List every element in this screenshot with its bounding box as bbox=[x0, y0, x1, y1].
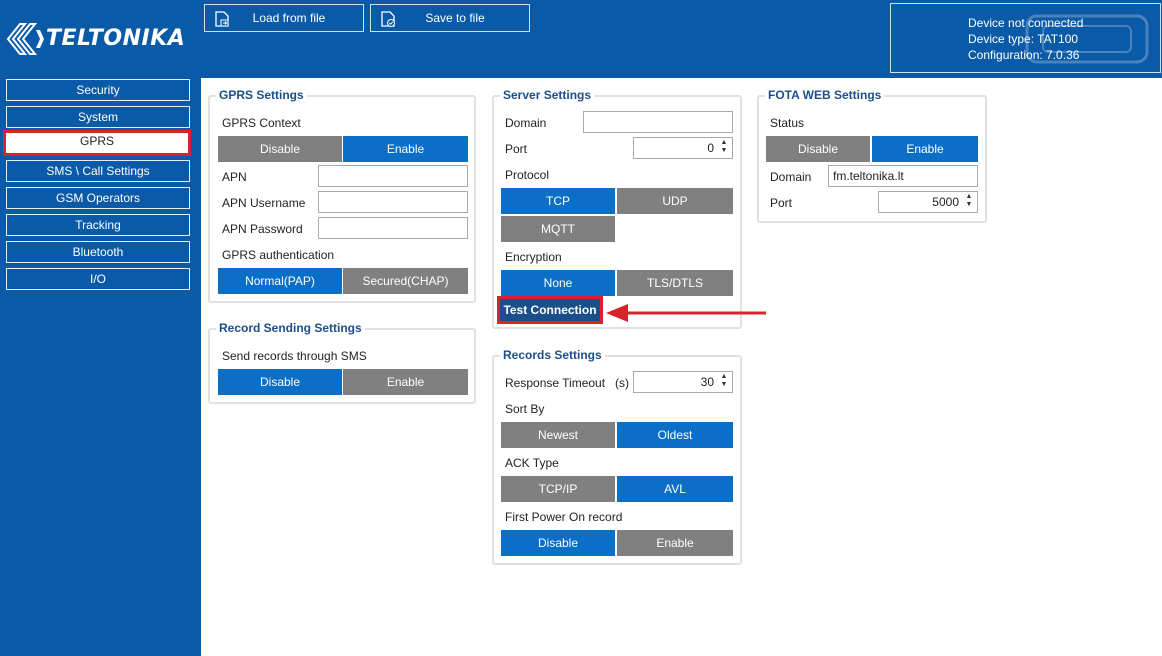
spin-arrows-icon[interactable]: ▲ ▼ bbox=[718, 139, 730, 157]
records-settings-title: Records Settings bbox=[500, 348, 605, 362]
ack-tcp-ip-button[interactable]: TCP/IP bbox=[501, 476, 615, 502]
server-settings-title: Server Settings bbox=[500, 88, 595, 102]
server-port-label: Port bbox=[505, 142, 528, 156]
ack-avl-button[interactable]: AVL bbox=[617, 476, 733, 502]
first-power-disable-button[interactable]: Disable bbox=[501, 530, 615, 556]
fota-status-label: Status bbox=[770, 116, 805, 130]
save-to-file-button[interactable]: Save to file bbox=[370, 4, 530, 32]
server-port-stepper[interactable]: 0 ▲ ▼ bbox=[633, 137, 733, 159]
apn-username-label: APN Username bbox=[222, 196, 306, 210]
protocol-tcp-button[interactable]: TCP bbox=[501, 188, 615, 214]
first-power-on-label: First Power On record bbox=[505, 510, 623, 524]
fota-port-stepper[interactable]: 5000 ▲ ▼ bbox=[878, 191, 978, 213]
encryption-none-button[interactable]: None bbox=[501, 270, 615, 296]
sort-by-label: Sort By bbox=[505, 402, 545, 416]
sidebar-item-gsm-operators[interactable]: GSM Operators bbox=[6, 187, 190, 209]
encryption-label: Encryption bbox=[505, 250, 562, 264]
response-timeout-value: 30 bbox=[700, 375, 714, 389]
apn-password-input[interactable] bbox=[318, 217, 468, 239]
server-port-value: 0 bbox=[707, 141, 714, 155]
gprs-context-enable-button[interactable]: Enable bbox=[343, 136, 468, 162]
server-domain-input[interactable] bbox=[583, 111, 733, 133]
red-arrow-icon bbox=[606, 304, 766, 322]
first-power-enable-button[interactable]: Enable bbox=[617, 530, 733, 556]
apn-username-input[interactable] bbox=[318, 191, 468, 213]
fota-domain-label: Domain bbox=[770, 170, 812, 184]
response-timeout-label: Response Timeout bbox=[505, 376, 606, 390]
load-from-file-button[interactable]: Load from file bbox=[204, 4, 364, 32]
send-records-sms-label: Send records through SMS bbox=[222, 349, 367, 363]
server-domain-label: Domain bbox=[505, 116, 547, 130]
sort-newest-button[interactable]: Newest bbox=[501, 422, 615, 448]
gprs-settings-title: GPRS Settings bbox=[216, 88, 307, 102]
protocol-label: Protocol bbox=[505, 168, 550, 182]
sidebar-item-gprs[interactable]: GPRS bbox=[3, 130, 191, 156]
test-connection-button[interactable]: Test Connection bbox=[497, 296, 603, 324]
top-bar: TELTONIKA Load from file Save to file De… bbox=[0, 0, 1162, 78]
teltonika-logo: TELTONIKA bbox=[6, 22, 198, 56]
sidebar-item-bluetooth[interactable]: Bluetooth bbox=[6, 241, 190, 263]
ack-type-label: ACK Type bbox=[505, 456, 559, 470]
sidebar-item-tracking[interactable]: Tracking bbox=[6, 214, 190, 236]
file-save-icon bbox=[381, 11, 395, 27]
device-status-panel: Device not connected Device type: TAT100… bbox=[890, 3, 1161, 73]
auth-normal-pap-button[interactable]: Normal(PAP) bbox=[218, 268, 342, 294]
sms-records-enable-button[interactable]: Enable bbox=[343, 369, 468, 395]
sms-records-disable-button[interactable]: Disable bbox=[218, 369, 342, 395]
sidebar: Security System GPRS SMS \ Call Settings… bbox=[0, 78, 201, 656]
spin-arrows-icon[interactable]: ▲ ▼ bbox=[963, 193, 975, 211]
auth-secured-chap-button[interactable]: Secured(CHAP) bbox=[343, 268, 468, 294]
gprs-authentication-label: GPRS authentication bbox=[222, 248, 335, 262]
gprs-context-disable-button[interactable]: Disable bbox=[218, 136, 342, 162]
logo-text: TELTONIKA bbox=[46, 26, 186, 51]
device-configuration: Configuration: 7.0.36 bbox=[968, 48, 1080, 62]
sidebar-item-io[interactable]: I/O bbox=[6, 268, 190, 290]
fota-web-settings-title: FOTA WEB Settings bbox=[765, 88, 885, 102]
fota-port-value: 5000 bbox=[932, 195, 959, 209]
encryption-tls-dtls-button[interactable]: TLS/DTLS bbox=[617, 270, 733, 296]
apn-label: APN bbox=[222, 170, 247, 184]
fota-status-enable-button[interactable]: Enable bbox=[872, 136, 978, 162]
response-timeout-stepper[interactable]: 30 ▲ ▼ bbox=[633, 371, 733, 393]
file-load-icon bbox=[215, 11, 229, 27]
response-timeout-unit: (s) bbox=[615, 376, 629, 390]
gprs-context-label: GPRS Context bbox=[222, 116, 301, 130]
sidebar-item-system[interactable]: System bbox=[6, 106, 190, 128]
apn-password-label: APN Password bbox=[222, 222, 303, 236]
spin-arrows-icon[interactable]: ▲ ▼ bbox=[718, 373, 730, 391]
device-type: Device type: TAT100 bbox=[968, 32, 1079, 46]
sort-oldest-button[interactable]: Oldest bbox=[617, 422, 733, 448]
apn-input[interactable] bbox=[318, 165, 468, 187]
teltonika-chevron-logo-icon bbox=[6, 23, 44, 55]
protocol-mqtt-button[interactable]: MQTT bbox=[501, 216, 615, 242]
device-connection-status: Device not connected bbox=[968, 16, 1084, 30]
sidebar-item-security[interactable]: Security bbox=[6, 79, 190, 101]
sidebar-item-sms-call-settings[interactable]: SMS \ Call Settings bbox=[6, 160, 190, 182]
fota-domain-input[interactable]: fm.teltonika.lt bbox=[828, 165, 978, 187]
protocol-udp-button[interactable]: UDP bbox=[617, 188, 733, 214]
record-sending-title: Record Sending Settings bbox=[216, 321, 365, 335]
fota-port-label: Port bbox=[770, 196, 793, 210]
fota-status-disable-button[interactable]: Disable bbox=[766, 136, 870, 162]
